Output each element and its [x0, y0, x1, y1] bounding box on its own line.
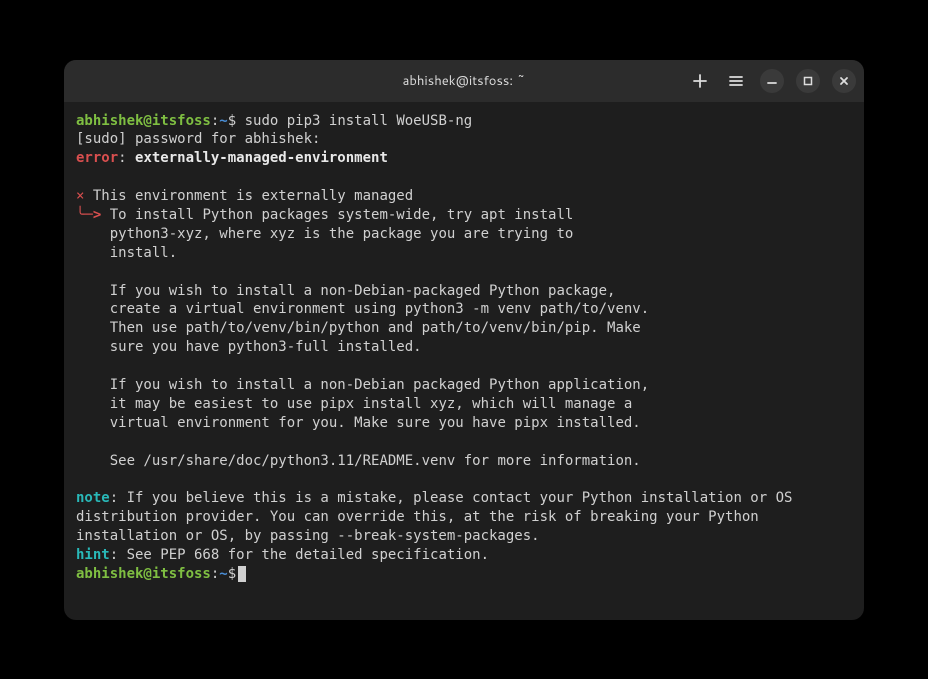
- prompt-path: ~: [219, 113, 227, 129]
- terminal-content[interactable]: abhishek@itsfoss:~$ sudo pip3 install Wo…: [64, 102, 864, 620]
- hamburger-icon: [728, 73, 744, 89]
- prompt-dollar: $: [228, 113, 236, 129]
- prompt-user-host-2: abhishek@itsfoss: [76, 566, 211, 582]
- hint-text: : See PEP 668 for the detailed specifica…: [110, 547, 489, 563]
- plus-icon: [692, 73, 708, 89]
- sudo-prompt: [sudo] password for abhishek:: [76, 131, 320, 147]
- command-text: sudo pip3 install WoeUSB-ng: [236, 113, 472, 129]
- minimize-button[interactable]: [760, 69, 784, 93]
- error-colon: :: [118, 150, 135, 166]
- maximize-button[interactable]: [796, 69, 820, 93]
- close-button[interactable]: [832, 69, 856, 93]
- prompt-user-host: abhishek@itsfoss: [76, 113, 211, 129]
- terminal-window: abhishek@itsfoss: ~ abhishek@itsfoss:~$ …: [64, 60, 864, 620]
- help-para-1: To install Python packages system-wide, …: [76, 207, 573, 261]
- prompt-path-2: ~: [219, 566, 227, 582]
- new-tab-button[interactable]: [688, 69, 712, 93]
- note-label: note: [76, 490, 110, 506]
- hint-label: hint: [76, 547, 110, 563]
- close-icon: [838, 75, 850, 87]
- note-text: : If you believe this is a mistake, plea…: [76, 490, 801, 544]
- cursor: [238, 566, 246, 582]
- error-label: error: [76, 150, 118, 166]
- titlebar: abhishek@itsfoss: ~: [64, 60, 864, 102]
- error-message: externally-managed-environment: [135, 150, 388, 166]
- titlebar-controls: [688, 69, 856, 93]
- error-arrow: ╰─>: [76, 207, 101, 223]
- menu-button[interactable]: [724, 69, 748, 93]
- prompt-dollar-2: $: [228, 566, 236, 582]
- help-para-4: See /usr/share/doc/python3.11/README.ven…: [76, 453, 641, 469]
- ext-managed-line: This environment is externally managed: [84, 188, 413, 204]
- maximize-icon: [802, 75, 814, 87]
- minimize-icon: [766, 75, 778, 87]
- help-para-3: If you wish to install a non-Debian pack…: [76, 377, 649, 431]
- help-para-2: If you wish to install a non-Debian-pack…: [76, 283, 649, 356]
